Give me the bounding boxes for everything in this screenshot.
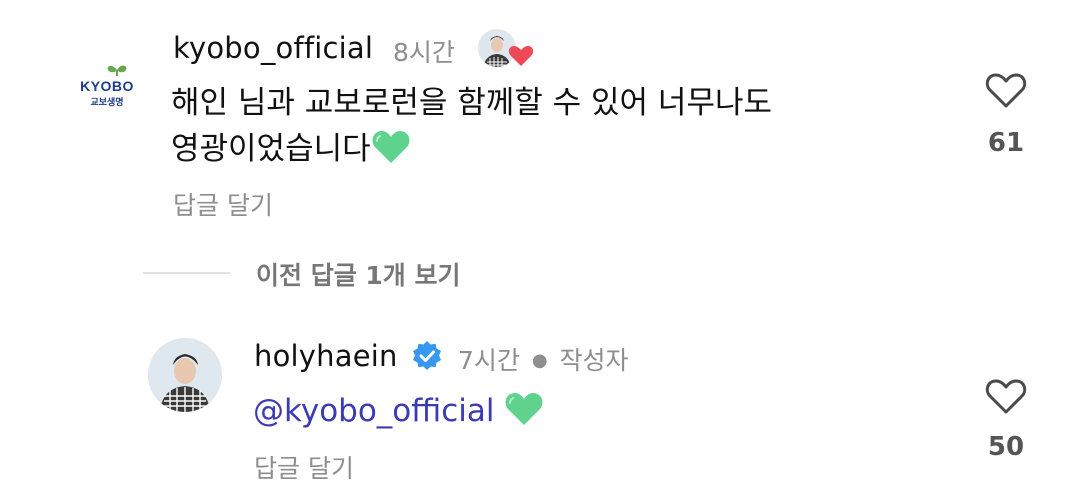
comment-text: 해인 님과 교보로런을 함께할 수 있어 너무나도 영광이었습니다 <box>171 80 772 178</box>
thread-line <box>143 272 230 274</box>
mention-link[interactable]: @kyobo_official <box>253 393 495 429</box>
like-count-2: 50 <box>987 432 1025 462</box>
comment-text-line2-wrap: 영광이었습니다 <box>171 126 772 178</box>
kyobo-logo-text: KYOBO <box>80 78 134 94</box>
verified-badge-icon <box>411 340 443 372</box>
author-liked-indicator <box>477 28 539 72</box>
reply-button[interactable]: 답글 달기 <box>173 186 273 222</box>
username-holyhaein[interactable]: holyhaein <box>254 339 398 373</box>
red-heart-icon <box>508 46 534 66</box>
green-heart-icon <box>371 129 411 178</box>
green-heart-icon-2 <box>504 391 544 440</box>
like-button-2[interactable] <box>984 374 1028 418</box>
view-previous-replies-button[interactable]: 이전 답글 1개 보기 <box>256 256 461 292</box>
like-button[interactable] <box>984 68 1028 112</box>
comment-time-value: 7시간 <box>458 346 520 375</box>
comment-text-line2: 영광이었습니다 <box>171 131 371 167</box>
avatar-kyobo[interactable]: KYOBO 교보생명 <box>70 58 144 132</box>
comment-text-line1: 해인 님과 교보로런을 함께할 수 있어 너무나도 <box>171 85 773 121</box>
comment-time: 8시간 <box>393 38 455 67</box>
separator-dot: ● <box>531 350 548 371</box>
username-kyobo[interactable]: kyobo_official <box>173 31 373 65</box>
comment-time-2: 7시간 ● 작성자 <box>458 341 629 377</box>
reply-text: @kyobo_official <box>253 388 544 440</box>
avatar-holyhaein[interactable] <box>148 338 222 412</box>
reply-button-2[interactable]: 답글 달기 <box>254 449 354 485</box>
heart-outline-icon <box>985 73 1027 108</box>
author-tag: 작성자 <box>559 346 629 375</box>
kyobo-logo-subtext: 교보생명 <box>90 96 123 108</box>
profile-photo <box>148 338 222 412</box>
heart-outline-icon-2 <box>985 379 1027 414</box>
like-count: 61 <box>987 128 1025 158</box>
kyobo-logo: KYOBO 교보생명 <box>80 65 134 108</box>
